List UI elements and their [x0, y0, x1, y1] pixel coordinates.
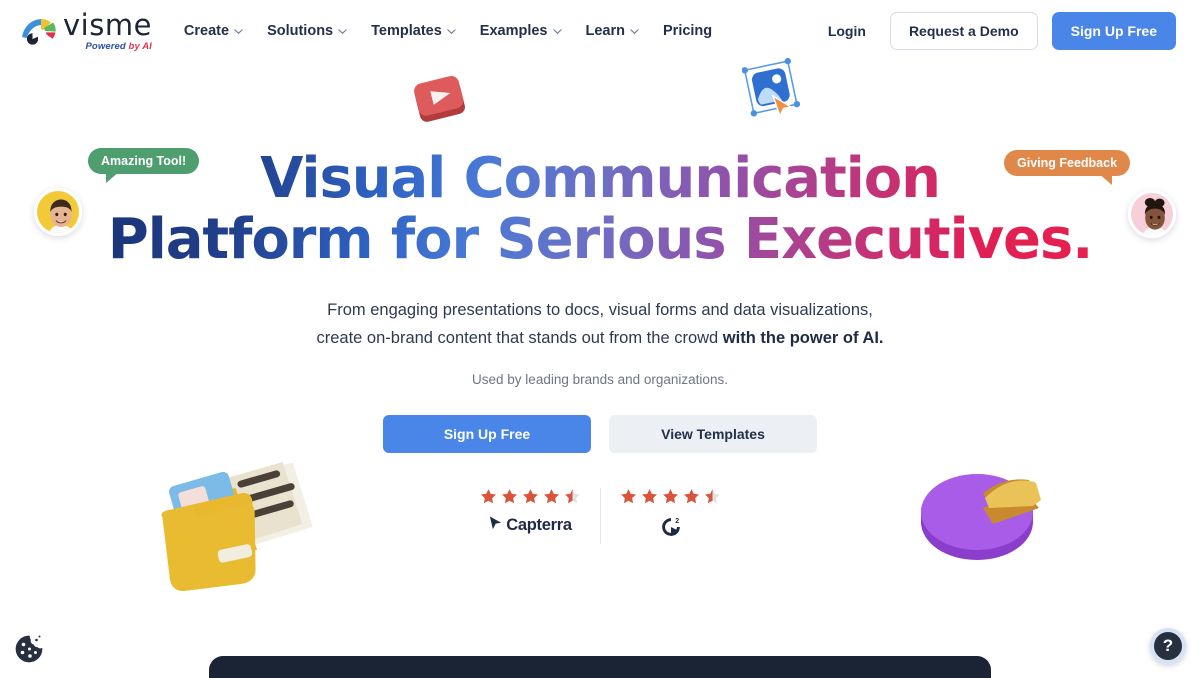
avatar-man-icon [34, 188, 82, 236]
star-rating-g2 [620, 488, 721, 505]
star-icon [683, 488, 700, 505]
chevron-down-icon [630, 27, 639, 36]
hero-cta-row: Sign Up Free View Templates [0, 414, 1200, 453]
testimonial-bubble-right: Giving Feedback [1004, 150, 1131, 185]
star-icon [501, 488, 518, 505]
svg-text:2: 2 [675, 518, 679, 525]
cookie-consent-icon[interactable] [12, 632, 46, 666]
main-nav-links: Create Solutions Templates Examples Lear… [184, 23, 712, 39]
chevron-down-icon [338, 27, 347, 36]
nav-actions: Login Request a Demo Sign Up Free [818, 12, 1176, 50]
chevron-down-icon [552, 27, 562, 36]
chevron-down-icon [234, 27, 243, 36]
brand-name: visme [63, 7, 152, 42]
testimonial-right: Giving Feedback [1004, 150, 1177, 238]
nav-label: Learn [585, 23, 626, 39]
top-navbar: visme Powered by AI Create Solutions Tem… [0, 0, 1200, 62]
used-by-text: Used by leading brands and organizations… [472, 371, 728, 387]
brand-tagline-part2: by AI [128, 40, 152, 52]
rating-card-capterra[interactable]: Capterra [460, 488, 600, 544]
star-icon [662, 488, 679, 505]
star-half-icon [564, 488, 581, 505]
signup-free-button-hero[interactable]: Sign Up Free [383, 414, 591, 453]
nav-item-learn[interactable]: Learn [586, 23, 640, 39]
ratings-row: Capterra 2 [0, 487, 1200, 544]
nav-item-templates[interactable]: Templates [371, 23, 456, 39]
testimonial-bubble-left: Amazing Tool! [88, 148, 200, 183]
star-half-icon [704, 488, 721, 505]
login-link[interactable]: Login [818, 17, 876, 45]
subtitle-line-2: create on-brand content that stands out … [316, 329, 723, 348]
request-demo-button[interactable]: Request a Demo [889, 12, 1038, 50]
subtitle-bold: with the power of AI. [722, 329, 884, 348]
avatar-woman-icon [1128, 190, 1177, 238]
nav-item-examples[interactable]: Examples [480, 23, 562, 39]
star-icon [522, 488, 539, 505]
star-icon [641, 488, 658, 505]
hero-section: Visual Communication Platform for Seriou… [0, 62, 1200, 544]
help-question-icon[interactable]: ? [1150, 628, 1186, 664]
star-rating-capterra [480, 488, 581, 505]
nav-label: Examples [479, 23, 548, 39]
star-icon [543, 488, 560, 505]
nav-label: Pricing [663, 23, 713, 39]
star-icon [620, 488, 637, 505]
view-templates-button[interactable]: View Templates [609, 414, 817, 453]
nav-label: Templates [371, 23, 442, 39]
nav-label: Solutions [267, 23, 334, 39]
help-label: ? [1162, 636, 1174, 655]
star-icon [480, 488, 497, 505]
capterra-logo: Capterra [488, 515, 572, 536]
g2-logo: 2 [659, 515, 683, 544]
page-title: Visual Communication Platform for Seriou… [108, 148, 1093, 270]
headline-line-1: Visual Communication [260, 146, 940, 211]
signup-free-button-nav[interactable]: Sign Up Free [1051, 12, 1176, 50]
chevron-down-icon [447, 27, 456, 36]
brand-tagline-part1: Powered [85, 40, 126, 52]
visme-fan-logo-icon [20, 16, 56, 46]
headline-line-2: Platform for Serious Executives. [107, 207, 1093, 273]
nav-item-create[interactable]: Create [184, 23, 243, 39]
brand-wordmark: visme Powered by AI [63, 7, 152, 52]
brand-tagline: Powered by AI [63, 42, 152, 52]
hero-subtitle: From engaging presentations to docs, vis… [0, 296, 1200, 353]
nav-label: Create [183, 23, 230, 39]
nav-item-solutions[interactable]: Solutions [267, 23, 347, 39]
rating-name: Capterra [506, 515, 572, 534]
subtitle-line-1: From engaging presentations to docs, vis… [327, 301, 873, 320]
bottom-dark-panel [209, 656, 991, 678]
g2-logo-icon: 2 [659, 515, 683, 544]
testimonial-left: Amazing Tool! [34, 148, 200, 236]
nav-item-pricing[interactable]: Pricing [663, 23, 712, 39]
rating-card-g2[interactable]: 2 [600, 487, 740, 544]
capterra-cursor-icon [488, 515, 503, 536]
brand-logo[interactable]: visme Powered by AI [20, 7, 152, 52]
